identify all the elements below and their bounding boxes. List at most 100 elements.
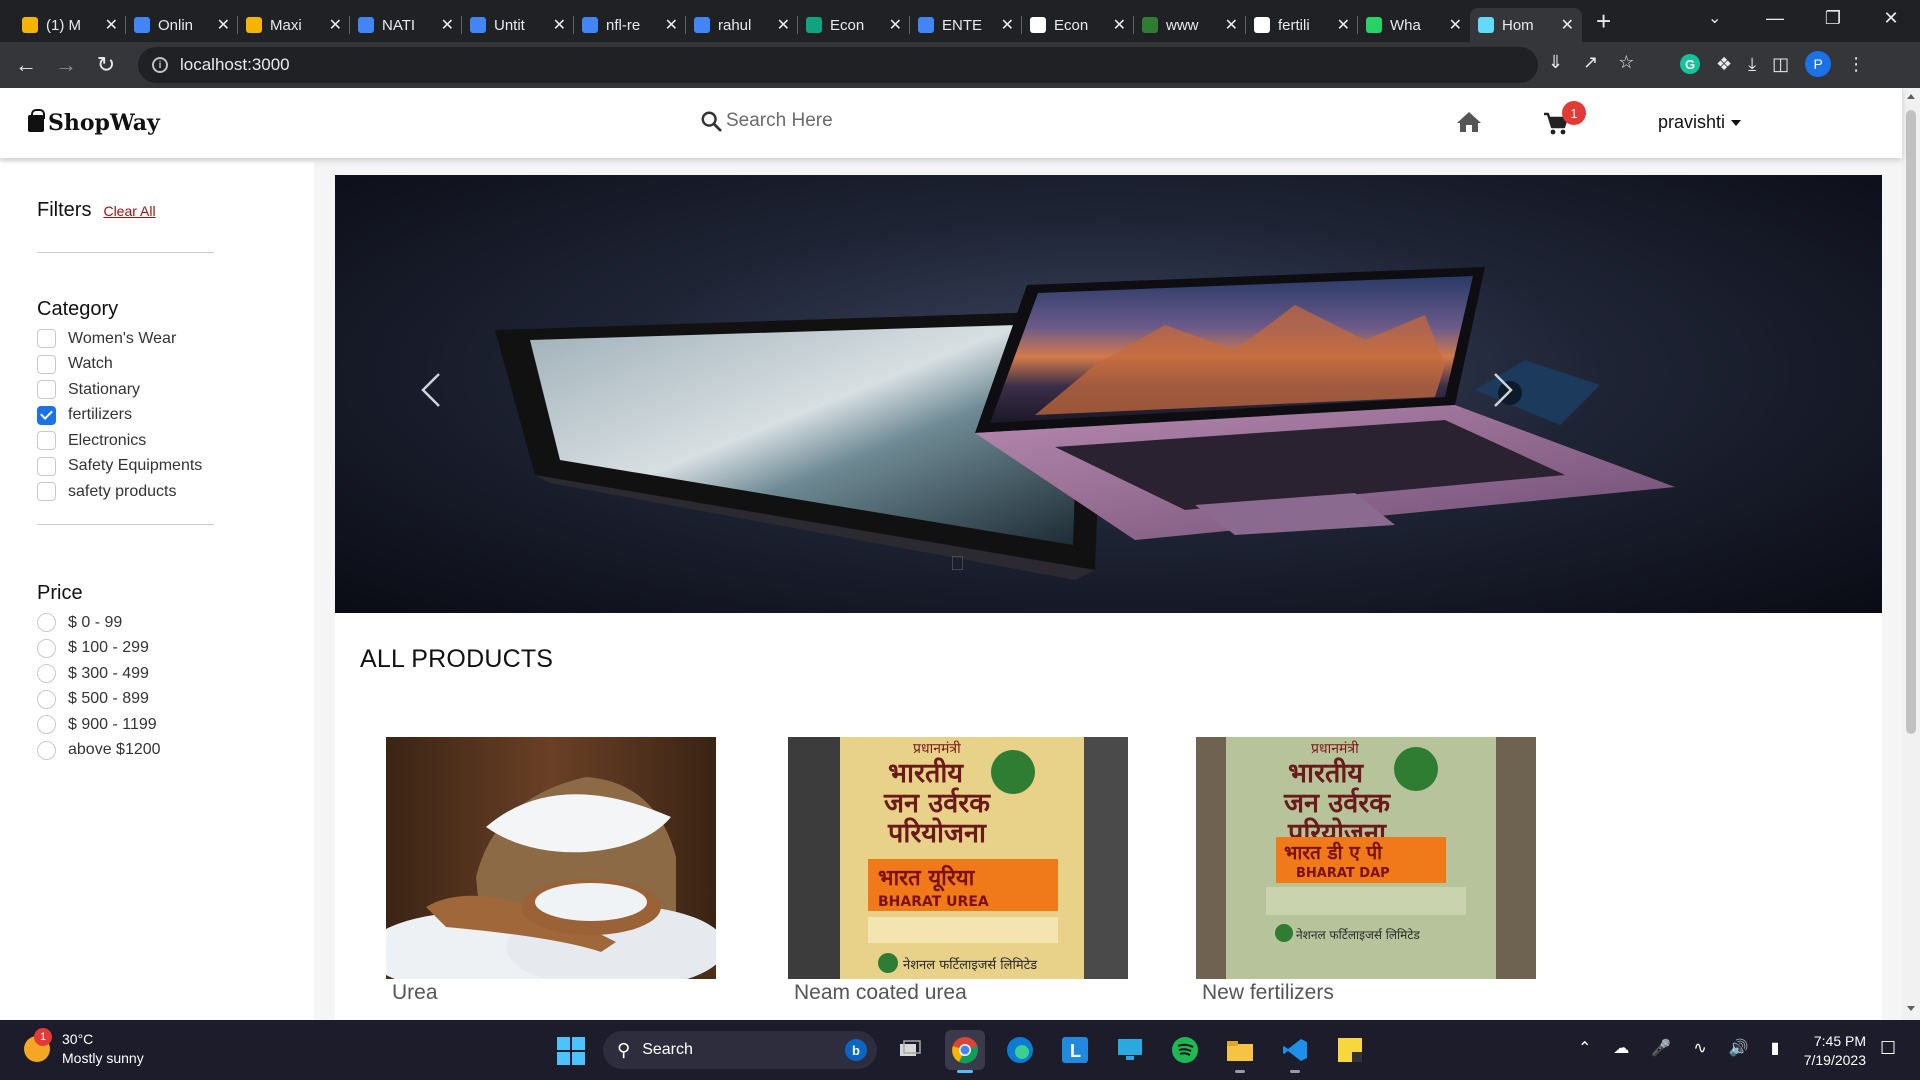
category-label[interactable]: fertilizers [68, 406, 132, 424]
checkbox[interactable] [37, 354, 56, 374]
wifi-icon[interactable]: ∿ [1693, 1038, 1706, 1058]
product-image[interactable]: प्रधानमंत्री भारतीय जन उर्वरक परियोजना भ… [1196, 737, 1536, 979]
new-tab-icon[interactable]: + [1596, 6, 1611, 37]
category-label[interactable]: safety products [68, 483, 177, 501]
downloads-icon[interactable]: ⤓ [1748, 54, 1756, 75]
brand-logo[interactable]: ShopWay [28, 108, 160, 136]
category-label[interactable]: Electronics [68, 432, 146, 450]
tab-close-icon[interactable]: ✕ [1113, 15, 1126, 35]
l-app-icon[interactable]: L [1055, 1030, 1095, 1070]
tab-close-icon[interactable]: ✕ [777, 15, 790, 35]
grammarly-extension-icon[interactable]: G [1680, 54, 1700, 74]
price-option[interactable]: $ 300 - 499 [37, 661, 161, 687]
tab-close-icon[interactable]: ✕ [1225, 15, 1238, 35]
site-info-icon[interactable]: i [152, 57, 168, 73]
edge-icon[interactable] [1000, 1030, 1040, 1070]
radio-button[interactable] [37, 715, 56, 735]
tab-close-icon[interactable]: ✕ [1561, 15, 1574, 35]
tab-search-chevron-icon[interactable]: ⌄ [1708, 8, 1721, 28]
taskbar-search[interactable]: ⚲ Search b [603, 1031, 877, 1069]
clear-all-link[interactable]: Clear All [103, 203, 155, 219]
price-option[interactable]: $ 100 - 299 [37, 636, 161, 662]
product-card[interactable]: Urea [386, 737, 716, 1005]
microphone-icon[interactable]: 🎤 [1651, 1038, 1671, 1058]
scroll-down-icon[interactable] [1907, 1006, 1915, 1011]
product-image[interactable]: प्रधानमंत्री भारतीय जन उर्वरक परियोजना भ… [788, 737, 1128, 979]
price-label[interactable]: $ 500 - 899 [68, 690, 149, 708]
page-scrollbar[interactable] [1902, 88, 1920, 1020]
category-option[interactable]: Watch [37, 352, 202, 378]
browser-tab[interactable]: Wha ✕ [1358, 8, 1470, 42]
category-option[interactable]: Stationary [37, 377, 202, 403]
forward-icon[interactable]: → [46, 52, 86, 78]
category-label[interactable]: Watch [68, 355, 113, 373]
browser-tab[interactable]: Econ ✕ [798, 8, 910, 42]
browser-tab[interactable]: www ✕ [1134, 8, 1246, 42]
spotify-icon[interactable] [1165, 1030, 1205, 1070]
checkbox[interactable] [37, 482, 56, 502]
chrome-icon[interactable] [945, 1030, 985, 1073]
reload-icon[interactable]: ↻ [86, 52, 126, 78]
product-name[interactable]: Neam coated urea [788, 981, 1128, 1005]
back-icon[interactable]: ← [6, 52, 46, 78]
price-label[interactable]: $ 900 - 1199 [68, 716, 157, 734]
browser-tab[interactable]: NATI ✕ [350, 8, 462, 42]
tab-close-icon[interactable]: ✕ [1449, 15, 1462, 35]
checkbox[interactable] [37, 456, 56, 476]
browser-menu-icon[interactable]: ⋮ [1847, 54, 1865, 75]
tab-close-icon[interactable]: ✕ [217, 15, 230, 35]
browser-tab[interactable]: (1) M ✕ [14, 8, 126, 42]
windows-start-icon[interactable] [557, 1037, 585, 1065]
minimize-icon[interactable]: — [1746, 0, 1804, 36]
tab-close-icon[interactable]: ✕ [553, 15, 566, 35]
price-label[interactable]: above $1200 [68, 741, 161, 759]
notifications-icon[interactable]: ☐ [1880, 1038, 1896, 1059]
browser-tab[interactable]: Hom ✕ [1470, 8, 1582, 42]
home-icon[interactable] [1456, 110, 1482, 134]
checkbox-checked[interactable] [37, 405, 56, 425]
carousel-prev-icon[interactable] [419, 370, 443, 410]
search-input[interactable] [726, 110, 946, 132]
checkbox[interactable] [37, 380, 56, 400]
tab-close-icon[interactable]: ✕ [105, 15, 118, 35]
browser-tab[interactable]: fertili ✕ [1246, 8, 1358, 42]
task-view-icon[interactable] [890, 1030, 930, 1070]
price-option[interactable]: above $1200 [37, 738, 161, 764]
extensions-puzzle-icon[interactable]: ❖ [1716, 54, 1732, 75]
category-option[interactable]: safety products [37, 479, 202, 505]
tab-close-icon[interactable]: ✕ [665, 15, 678, 35]
onedrive-icon[interactable]: ☁ [1613, 1038, 1629, 1058]
category-option[interactable]: fertilizers [37, 403, 202, 429]
tab-close-icon[interactable]: ✕ [329, 15, 342, 35]
user-dropdown[interactable]: pravishti [1658, 112, 1742, 133]
browser-tab[interactable]: rahul ✕ [686, 8, 798, 42]
browser-tab[interactable]: Maxi ✕ [238, 8, 350, 42]
radio-button[interactable] [37, 613, 56, 633]
price-label[interactable]: $ 0 - 99 [68, 614, 122, 632]
carousel-next-icon[interactable] [1491, 370, 1515, 410]
category-label[interactable]: Stationary [68, 381, 140, 399]
price-option[interactable]: $ 500 - 899 [37, 687, 161, 713]
url-text[interactable]: localhost:3000 [180, 55, 290, 75]
chevron-up-icon[interactable]: ⌃ [1578, 1038, 1591, 1058]
weather-widget[interactable]: 1 30°C Mostly sunny [24, 1028, 144, 1068]
bing-icon[interactable]: b [845, 1039, 867, 1061]
scroll-up-icon[interactable] [1907, 94, 1915, 99]
radio-button[interactable] [37, 740, 56, 760]
bookmark-star-icon[interactable]: ☆ [1618, 52, 1634, 73]
browser-tab[interactable]: Econ ✕ [1022, 8, 1134, 42]
install-app-icon[interactable]: ⇓ [1548, 52, 1563, 73]
volume-icon[interactable]: 🔊 [1729, 1038, 1749, 1058]
file-explorer-icon[interactable] [1220, 1030, 1260, 1073]
price-option[interactable]: $ 0 - 99 [37, 610, 161, 636]
radio-button[interactable] [37, 664, 56, 684]
checkbox[interactable] [37, 431, 56, 451]
category-label[interactable]: Women's Wear [68, 330, 176, 348]
browser-tab[interactable]: Onlin ✕ [126, 8, 238, 42]
price-label[interactable]: $ 300 - 499 [68, 665, 149, 683]
tab-close-icon[interactable]: ✕ [1001, 15, 1014, 35]
product-name[interactable]: New fertilizers [1196, 981, 1536, 1005]
profile-avatar[interactable]: P [1805, 51, 1832, 77]
browser-tab[interactable]: ENTE ✕ [910, 8, 1022, 42]
vscode-icon[interactable] [1275, 1030, 1315, 1073]
